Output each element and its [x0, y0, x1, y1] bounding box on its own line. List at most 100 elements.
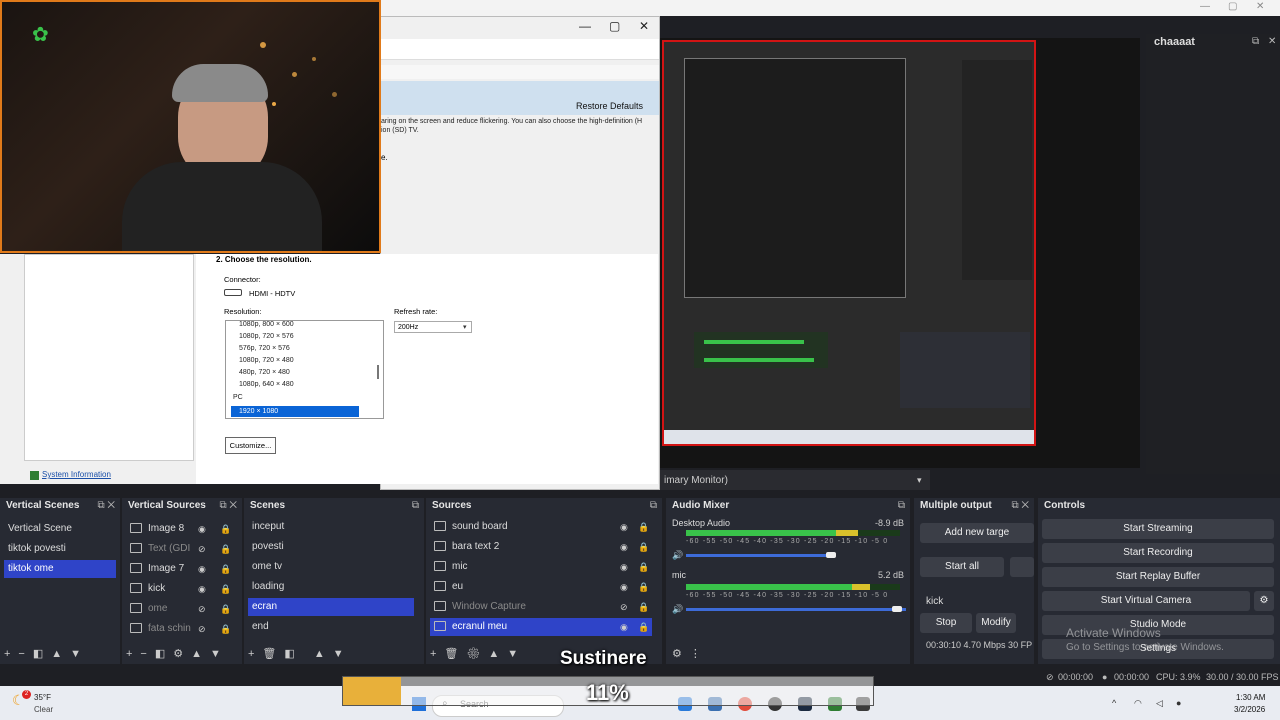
scene-item[interactable]: povesti	[248, 538, 414, 556]
minimize-icon[interactable]: —	[1200, 1, 1210, 12]
dock-toolbar[interactable]: +🗑◧ ▲▼	[248, 647, 352, 660]
description-tail: e.	[381, 153, 388, 162]
dock-float-icon[interactable]: ⧉	[650, 498, 657, 514]
dock-toolbar[interactable]: +−◧▲▼	[4, 647, 89, 660]
resolution-list[interactable]: 1080p, 800 × 600 1080p, 720 × 576 576p, …	[225, 320, 384, 419]
list-item[interactable]: 1080p, 800 × 600	[239, 321, 294, 328]
activate-windows-title: Activate Windows	[1066, 626, 1161, 640]
scene-item-selected[interactable]: ecran	[248, 598, 414, 616]
speaker-icon[interactable]: 🔊	[672, 550, 683, 561]
eye-hidden-icon: ⊘	[620, 602, 628, 612]
dock-float-icon[interactable]: ⧉	[1252, 36, 1259, 47]
dock-float-icon[interactable]: ⧉	[898, 498, 905, 514]
list-item[interactable]: 1080p, 720 × 480	[239, 357, 294, 364]
scrollbar-thumb[interactable]	[377, 365, 379, 379]
resolution-label: Resolution:	[224, 307, 262, 316]
vertical-sources-dock: Vertical Sources ⧉ ✕ Image 8 ◉ 🔒 Text (GDI ⊘…	[122, 498, 242, 664]
dock-close-icon[interactable]: ⧉ ✕	[97, 498, 115, 514]
dock-close-icon[interactable]: ✕	[1268, 36, 1276, 47]
eye-hidden-icon: ⊘	[198, 624, 206, 634]
modify-button[interactable]: Modify	[976, 613, 1016, 633]
gear-icon[interactable]: ⚙	[1254, 591, 1274, 611]
scene-item[interactable]: ome tv	[248, 558, 414, 576]
dock-close-icon[interactable]: ⧉ ✕	[1011, 498, 1029, 514]
restore-defaults-link[interactable]: Restore Defaults	[576, 101, 643, 111]
section-heading: 2. Choose the resolution.	[216, 255, 312, 264]
list-item-selected[interactable]: 1920 × 1080	[231, 406, 359, 417]
close-icon[interactable]: ✕	[639, 19, 649, 33]
volume-icon[interactable]: ◁	[1156, 698, 1163, 709]
volume-meter	[686, 530, 900, 536]
lock-icon: 🔒	[220, 604, 232, 614]
system-information-link[interactable]: System Information	[42, 470, 111, 479]
scene-item[interactable]: inceput	[248, 518, 414, 536]
scene-item-selected[interactable]: tiktok ome	[4, 560, 116, 578]
lock-icon: 🔒	[638, 582, 650, 592]
source-item[interactable]: eu ◉ 🔒	[430, 578, 652, 596]
start-all-secondary-button[interactable]	[1010, 557, 1034, 577]
source-item[interactable]: kick ◉ 🔒	[126, 580, 238, 598]
eye-icon: ◉	[620, 542, 628, 552]
nested-audio-mixer	[694, 332, 828, 368]
dock-toolbar[interactable]: +−◧⚙▲▼	[126, 647, 229, 660]
list-item[interactable]: 1080p, 640 × 480	[239, 381, 294, 388]
vertical-scenes-dock: Vertical Scenes ⧉ ✕ Vertical Scene tiktok…	[0, 498, 120, 664]
dialog-tabs	[381, 65, 659, 79]
app-title-bar: — ▢ ✕	[380, 0, 1280, 16]
volume-slider-knob[interactable]	[826, 552, 836, 558]
source-item[interactable]: ome ⊘ 🔒	[126, 600, 238, 618]
dock-close-icon[interactable]: ⧉ ✕	[219, 498, 237, 514]
start-recording-button[interactable]: Start Recording	[1042, 543, 1274, 563]
obs-preview-canvas[interactable]	[662, 40, 1036, 446]
dock-toolbar[interactable]: +🗑⚙▲▼	[430, 647, 526, 660]
dock-float-icon[interactable]: ⧉	[412, 498, 419, 514]
list-item[interactable]: 1080p, 720 × 576	[239, 333, 294, 340]
scene-item[interactable]: Vertical Scene	[4, 520, 116, 538]
refresh-rate-select[interactable]: 200Hz	[394, 321, 472, 333]
close-icon[interactable]: ✕	[1256, 1, 1264, 12]
customize-button[interactable]: Customize...	[225, 437, 276, 454]
cpu-usage: CPU: 3.9%	[1156, 672, 1201, 682]
start-replay-buffer-button[interactable]: Start Replay Buffer	[1042, 567, 1274, 587]
minimize-icon[interactable]: —	[579, 19, 591, 33]
wifi-icon[interactable]: ◠	[1134, 698, 1142, 709]
scene-item[interactable]: loading	[248, 578, 414, 596]
dock-toolbar[interactable]: ⚙⋮	[672, 647, 709, 660]
source-item[interactable]: Image 7 ◉ 🔒	[126, 560, 238, 578]
volume-slider[interactable]	[686, 608, 906, 611]
list-item[interactable]: 576p, 720 × 576	[239, 345, 290, 352]
lock-icon: 🔒	[638, 622, 650, 632]
start-virtual-camera-button[interactable]: Start Virtual Camera	[1042, 591, 1250, 611]
volume-meter	[686, 584, 900, 590]
network-icon: ⊘	[1046, 672, 1054, 682]
list-item[interactable]: 480p, 720 × 480	[239, 369, 290, 376]
speaker-icon[interactable]: 🔊	[672, 604, 683, 615]
lock-icon: 🔒	[220, 584, 232, 594]
source-item[interactable]: Window Capture ⊘ 🔒	[430, 598, 652, 616]
source-item-selected[interactable]: ecranul meu ◉ 🔒	[430, 618, 652, 636]
start-all-button[interactable]: Start all	[920, 557, 1004, 577]
stream-time: 00:00:00	[1058, 672, 1094, 682]
source-item[interactable]: fata schin ⊘ 🔒	[126, 620, 238, 638]
scene-item[interactable]: end	[248, 618, 414, 636]
start-streaming-button[interactable]: Start Streaming	[1042, 519, 1274, 539]
microphone-icon[interactable]: ●	[1176, 698, 1181, 708]
stop-button[interactable]: Stop	[920, 613, 972, 633]
maximize-icon[interactable]: ▢	[1228, 1, 1237, 12]
source-item[interactable]: Image 8 ◉ 🔒	[126, 520, 238, 538]
maximize-icon[interactable]: ▢	[609, 19, 620, 33]
source-item[interactable]: mic ◉ 🔒	[430, 558, 652, 576]
source-item[interactable]: bara text 2 ◉ 🔒	[430, 538, 652, 556]
eye-icon: ◉	[620, 522, 628, 532]
volume-slider[interactable]	[686, 554, 828, 557]
tray-chevron-icon[interactable]: ^	[1112, 698, 1116, 708]
volume-slider-knob[interactable]	[892, 606, 902, 612]
add-target-button[interactable]: Add new targe	[920, 523, 1034, 543]
taskbar-clock[interactable]: 1:30 AM	[1236, 693, 1265, 702]
nested-controls	[900, 332, 1030, 408]
taskbar-date[interactable]: 3/2/2026	[1234, 705, 1265, 714]
source-item[interactable]: Text (GDI ⊘ 🔒	[126, 540, 238, 558]
source-item[interactable]: sound board ◉ 🔒	[430, 518, 652, 536]
scene-item[interactable]: tiktok povesti	[4, 540, 116, 558]
control-panel-nav	[24, 254, 194, 461]
